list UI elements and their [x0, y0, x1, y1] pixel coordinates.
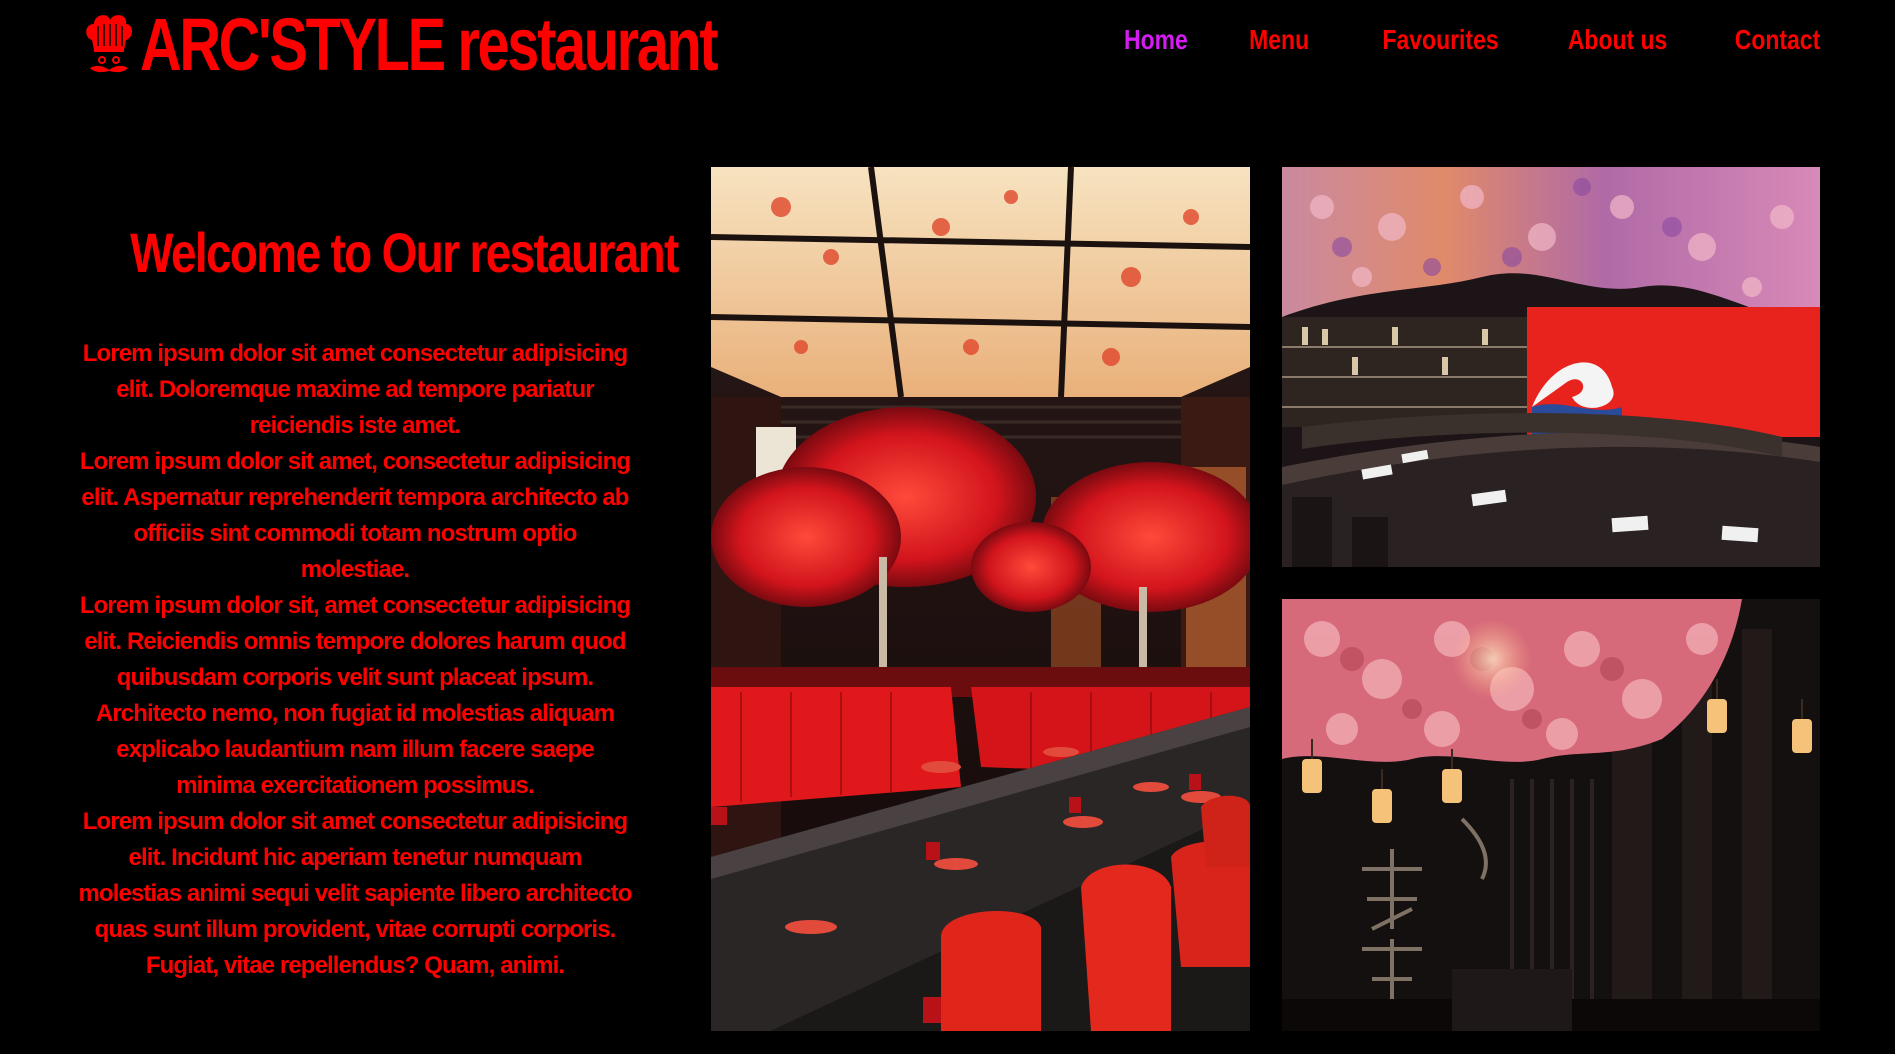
welcome-title: Welcome to Our restaurant — [70, 220, 679, 285]
welcome-paragraph: Lorem ipsum dolor sit amet consectetur a… — [78, 808, 633, 979]
chef-hat-mustache-icon — [86, 15, 132, 73]
site-header: ARC'STYLE restaurant Home Menu Favourite… — [0, 0, 1895, 100]
welcome-title-text: Welcome to Our restaurant — [130, 221, 679, 284]
welcome-paragraph: Lorem ipsum dolor sit amet consectetur a… — [82, 340, 628, 439]
nav-menu[interactable]: Menu — [1249, 24, 1309, 56]
welcome-paragraph: Lorem ipsum dolor sit amet, consectetur … — [79, 448, 631, 583]
nav-favourites[interactable]: Favourites — [1382, 24, 1498, 56]
logo[interactable]: ARC'STYLE restaurant — [82, 8, 879, 82]
blossom-ceiling-photo — [1282, 599, 1820, 1031]
nav-contact[interactable]: Contact — [1735, 24, 1820, 56]
logo-text: ARC'STYLE restaurant — [140, 3, 719, 86]
welcome-text: Lorem ipsum dolor sit amet consectetur a… — [78, 336, 633, 984]
restaurant-interior-photo — [711, 167, 1250, 1031]
nav-home[interactable]: Home — [1124, 24, 1188, 56]
main-nav: Home Menu Favourites About us Contact — [1062, 24, 1820, 56]
bar-counter-photo — [1282, 167, 1820, 567]
welcome-paragraph: Lorem ipsum dolor sit, amet consectetur … — [79, 592, 631, 799]
nav-about-us[interactable]: About us — [1568, 24, 1667, 56]
